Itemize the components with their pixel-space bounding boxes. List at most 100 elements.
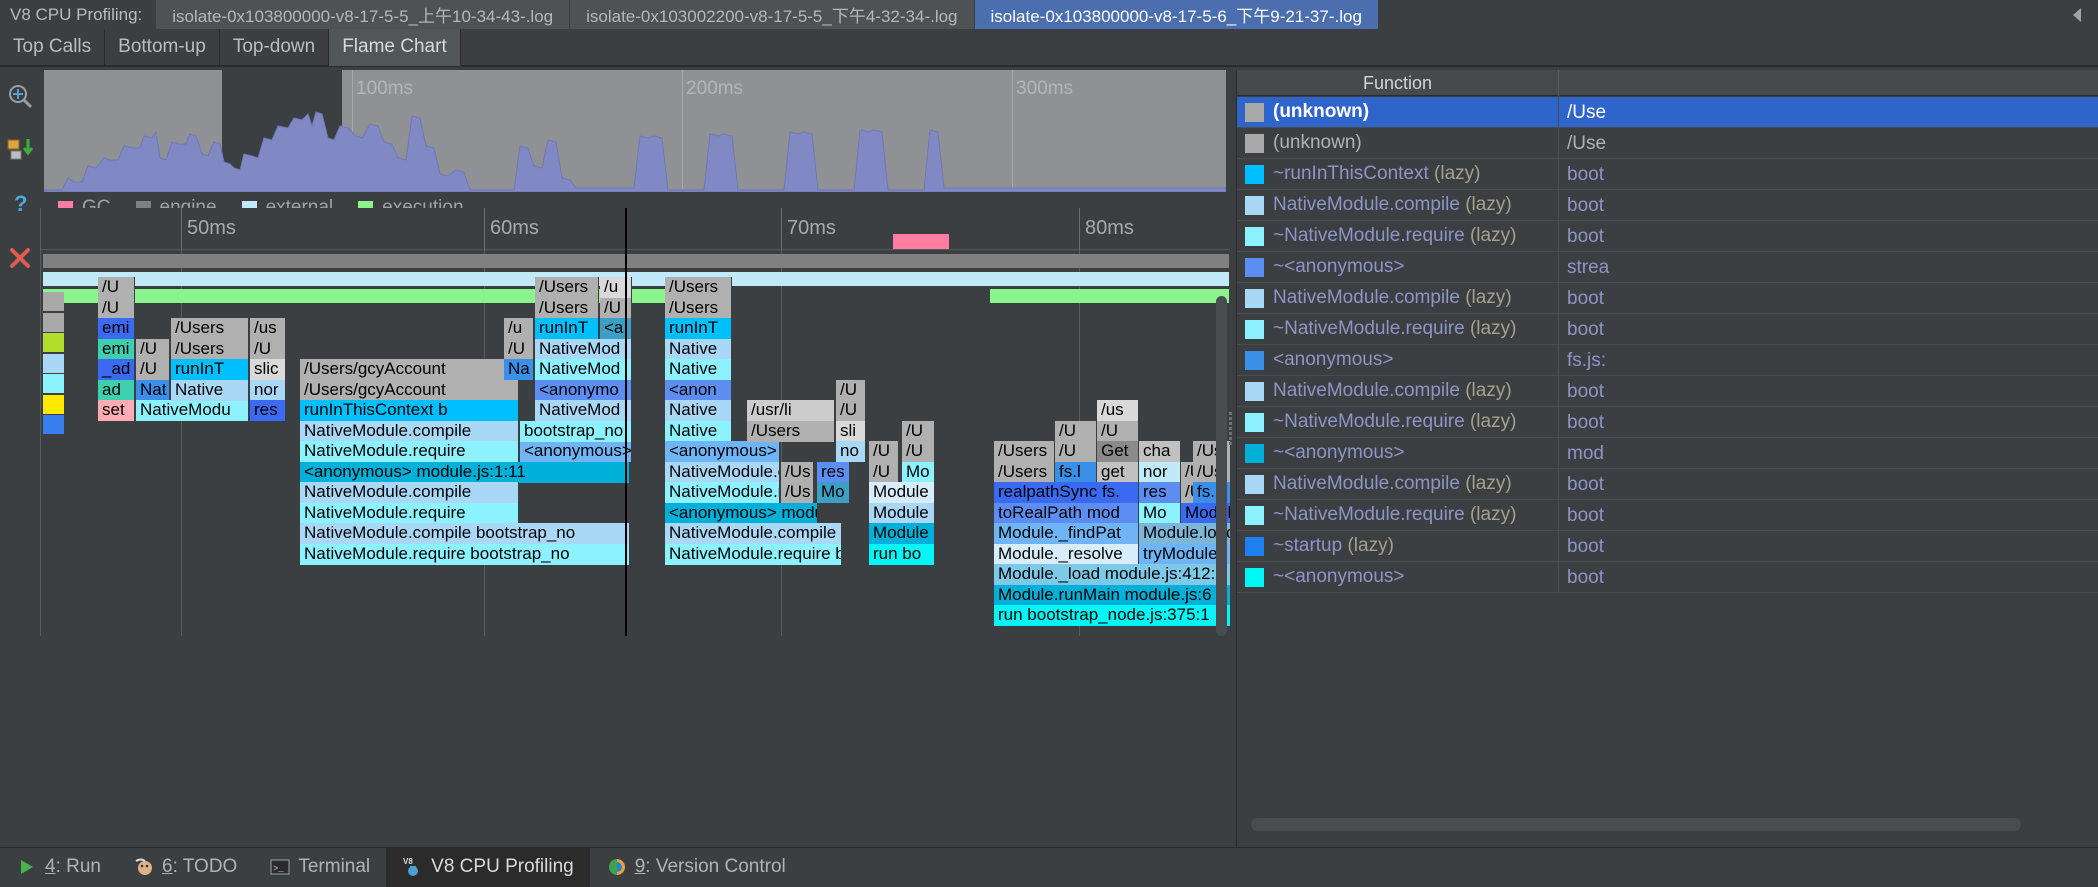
flame-cell[interactable]: /usr/li [747,400,835,421]
flame-row-marker[interactable] [43,395,64,414]
flame-cell[interactable]: Native [665,359,732,380]
flame-cell[interactable]: sli [836,421,866,442]
flame-cell[interactable]: Module [869,482,935,503]
flame-cell[interactable]: Module [869,503,935,524]
flame-cell[interactable]: /u [504,318,534,339]
help-icon[interactable]: ? [5,189,35,219]
flame-cell[interactable]: get [1097,462,1139,483]
flame-cell[interactable]: /Users [994,462,1055,483]
table-row[interactable]: <anonymous>fs.js: [1237,345,2098,376]
flame-row-marker[interactable] [43,374,64,393]
table-row[interactable]: ~NativeModule.require (lazy)boot [1237,221,2098,252]
table-row[interactable]: NativeModule.compile (lazy)boot [1237,469,2098,500]
flame-cell[interactable]: emi [98,339,135,360]
flame-cell[interactable]: ad [98,380,135,401]
table-row[interactable]: (unknown)/Use [1237,97,2098,128]
flame-cell[interactable]: NativeModule.compile bootstrap_no [300,523,630,544]
flame-row-marker[interactable] [43,415,64,434]
flame-cell[interactable]: Module [869,523,935,544]
flame-cell[interactable]: res [250,400,286,421]
flame-cell[interactable]: runInT [535,318,599,339]
flame-cell[interactable]: Mo [902,462,935,483]
flame-cell[interactable]: Native [665,339,732,360]
flame-cell[interactable]: toRealPath mod [994,503,1139,524]
flame-cell[interactable]: /Users/gcyAccount [300,380,519,401]
flame-cell[interactable]: Native [665,400,732,421]
flame-cell[interactable]: Module._resolve [994,544,1139,565]
table-row[interactable]: ~<anonymous>mod [1237,438,2098,469]
log-tab-3[interactable]: isolate-0x103800000-v8-17-5-6_下午9-21-37-… [975,0,1379,29]
flame-cell[interactable]: runInT [171,359,249,380]
flame-cell[interactable]: /U [1097,421,1139,442]
flame-cell[interactable]: Mo [817,482,850,503]
flame-cell[interactable]: /Us [781,482,814,503]
flame-cell[interactable]: /U [902,421,935,442]
statusbar-item-terminal[interactable]: >_ Terminal [253,848,386,887]
table-row[interactable]: ~<anonymous>boot [1237,562,2098,593]
flame-cell[interactable]: runInT [665,318,732,339]
flame-cell[interactable]: _ad [98,359,135,380]
flame-cell[interactable]: /u [600,277,632,298]
table-row[interactable]: NativeModule.compile (lazy)boot [1237,190,2098,221]
export-to-file-icon[interactable] [5,135,35,165]
flame-cell[interactable]: run bootstrap_node.js:375:1 [994,605,1230,626]
flame-cell[interactable]: <anonymous> module.j [665,503,818,524]
close-icon[interactable] [5,243,35,273]
flame-cell[interactable]: /U [869,441,899,462]
log-tab-1[interactable]: isolate-0x103800000-v8-17-5-5_上午10-34-43… [156,0,570,29]
flame-cell[interactable]: NativeMod [535,359,632,380]
flame-cell[interactable]: /Users [535,277,599,298]
function-table[interactable]: Function (unknown)/Use(unknown)/Use~runI… [1236,70,2098,847]
flame-band-engine[interactable] [43,254,1229,268]
flame-chart[interactable]: 50ms60ms70ms80ms /U/Uemiemi_adadset/U/UN… [40,208,1230,636]
flame-cell[interactable]: fs.l [1055,462,1097,483]
tab-flame-chart[interactable]: Flame Chart [329,29,461,66]
flame-cell[interactable]: emi [98,318,135,339]
flame-cell[interactable]: slic [250,359,286,380]
flame-cell[interactable]: NativeModule.compile b [665,523,842,544]
flame-cell[interactable]: NativeModu [136,400,249,421]
flame-cell[interactable]: /U [98,277,135,298]
flame-row-marker[interactable] [43,313,64,332]
flame-cell[interactable]: Native [171,380,249,401]
gc-marker[interactable] [893,234,949,249]
function-table-hscrollbar[interactable] [1251,818,2021,831]
flame-cell[interactable]: /U [836,400,866,421]
log-tab-2[interactable]: isolate-0x103002200-v8-17-5-5_下午4-32-34-… [570,0,974,29]
flame-cell[interactable]: /Users [535,298,599,319]
flame-cell[interactable]: /Us [781,462,814,483]
zoom-in-icon[interactable] [5,81,35,111]
flame-cell[interactable]: Module._load module.js:412: [994,564,1230,585]
flame-cell[interactable]: NativeModule.compile [300,421,519,442]
flame-cell[interactable]: /U [869,462,899,483]
table-row[interactable]: NativeModule.compile (lazy)boot [1237,283,2098,314]
flame-band-external[interactable] [43,272,1229,286]
flame-cell[interactable]: run bo [869,544,935,565]
timeline-overview[interactable]: 100ms 200ms 300ms [44,70,1226,192]
flame-cell[interactable]: /U [836,380,866,401]
statusbar-item-run[interactable]: 4: Run [0,848,117,887]
flame-cell[interactable]: Na [504,359,534,380]
flame-cell[interactable]: NativeModule.require bootstrap_no [300,544,630,565]
flame-cell[interactable]: <anon [665,380,732,401]
statusbar-item-todo[interactable]: 6: TODO [117,848,253,887]
table-row[interactable]: ~NativeModule.require (lazy)boot [1237,500,2098,531]
flame-cell[interactable]: Mo [1139,503,1181,524]
flame-cell[interactable]: res [1139,482,1181,503]
flame-cell[interactable]: nor [250,380,286,401]
tab-top-calls[interactable]: Top Calls [0,29,105,66]
flame-cell[interactable]: realpathSync fs. [994,482,1139,503]
flame-cell[interactable]: /U [250,339,286,360]
tab-top-down[interactable]: Top-down [220,29,329,66]
flame-cell[interactable]: <anonymous> [520,441,632,462]
flame-cell[interactable]: NativeModule.require [300,441,519,462]
column-header-function[interactable]: Function [1237,70,1559,96]
table-row[interactable]: ~runInThisContext (lazy)boot [1237,159,2098,190]
flame-vertical-scrollbar[interactable] [1216,296,1227,636]
flame-cell[interactable]: NativeModule.require [300,503,519,524]
flame-cell[interactable]: NativeMod [535,400,632,421]
flame-cell[interactable]: /U [504,339,534,360]
flame-band-execution[interactable] [990,289,1229,303]
statusbar-item-version-control[interactable]: 9: Version Control [590,848,802,887]
flame-cell[interactable]: /U [600,298,632,319]
